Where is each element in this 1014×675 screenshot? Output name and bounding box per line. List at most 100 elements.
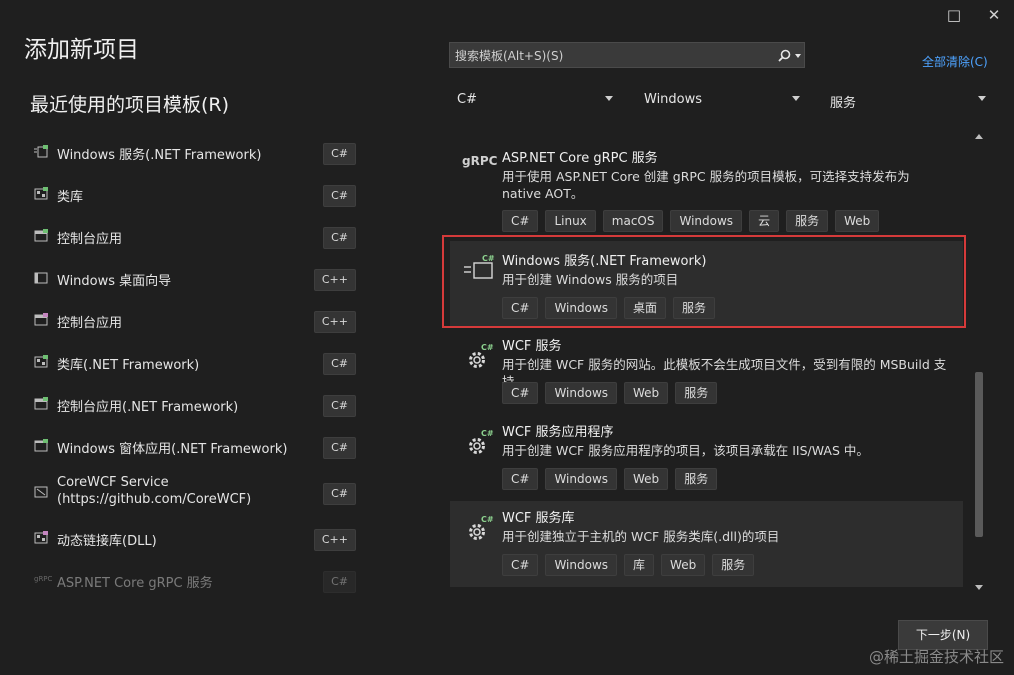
tag: Web — [624, 382, 669, 404]
dll-icon — [34, 531, 48, 544]
platform-filter-dropdown[interactable]: Windows — [636, 88, 806, 112]
tag: Windows — [545, 382, 618, 404]
csharp-badge: C# — [481, 515, 494, 524]
class-library-icon — [34, 355, 48, 368]
tag: Windows — [670, 210, 743, 232]
search-input[interactable] — [450, 43, 777, 69]
tag: 库 — [624, 554, 655, 576]
template-name: WCF 服务库 — [502, 511, 575, 526]
platform-filter-value: Windows — [644, 92, 703, 107]
wcf-gear-icon: C# — [469, 515, 494, 540]
recent-item[interactable]: 控制台应用(.NET Framework) C# — [28, 387, 368, 423]
tag: 服务 — [675, 468, 718, 490]
class-library-icon — [34, 187, 48, 200]
search-options-chevron-icon[interactable] — [795, 54, 801, 58]
template-description: 用于使用 ASP.NET Core 创建 gRPC 服务的项目模板，可选择支持发… — [502, 169, 910, 201]
tag: 服务 — [786, 210, 829, 232]
recent-item-label: 类库 — [57, 190, 84, 205]
chevron-down-icon — [792, 96, 800, 101]
recent-item-label: ASP.NET Core gRPC 服务 — [57, 576, 213, 591]
console-app-icon — [34, 397, 48, 410]
tag: 云 — [749, 210, 780, 232]
tag: Web — [624, 468, 669, 490]
recent-item-label: 控制台应用 — [57, 232, 123, 247]
recent-item[interactable]: CoreWCF Service (https://github.com/Core… — [28, 475, 368, 511]
template-item[interactable]: C# WCF 服务应用程序 用于创建 WCF 服务应用程序的项目，该项目承载在 … — [450, 415, 963, 501]
tag: C# — [502, 468, 539, 490]
tag: Linux — [545, 210, 596, 232]
recent-item[interactable]: 类库 C# — [28, 177, 368, 213]
wcf-gear-icon: C# — [469, 343, 494, 368]
clear-all-link[interactable]: 全部清除(C) — [922, 53, 988, 70]
tag: 服务 — [675, 382, 718, 404]
search-box[interactable] — [449, 42, 805, 69]
recent-item[interactable]: Windows 桌面向导 C++ — [28, 261, 368, 297]
language-badge: C# — [323, 571, 356, 593]
tag: C# — [502, 382, 539, 404]
template-item[interactable]: C# WCF 服务 用于创建 WCF 服务的网站。此模板不会生成项目文件，受到有… — [450, 329, 963, 415]
windows-service-icon — [34, 145, 48, 158]
chevron-down-icon — [978, 96, 986, 101]
template-tags: C# Windows 库 Web 服务 — [502, 554, 755, 576]
recent-item-label: CoreWCF Service (https://github.com/Core… — [57, 475, 252, 507]
recent-item[interactable]: Windows 服务(.NET Framework) C# — [28, 135, 368, 171]
desktop-wizard-icon — [34, 272, 48, 284]
maximize-icon[interactable]: □ — [939, 4, 969, 26]
recent-item-label: 控制台应用 — [57, 316, 123, 331]
tag: C# — [502, 210, 539, 232]
template-name: WCF 服务应用程序 — [502, 425, 614, 440]
language-badge: C# — [323, 395, 356, 417]
template-tags: C# Windows Web 服务 — [502, 468, 718, 490]
template-description: 用于创建 WCF 服务应用程序的项目，该项目承载在 IIS/WAS 中。 — [502, 443, 869, 458]
language-badge: C++ — [313, 311, 356, 333]
recent-item-label: 控制台应用(.NET Framework) — [57, 400, 239, 415]
project-type-filter-dropdown[interactable]: 服务 — [822, 88, 992, 112]
language-badge: C# — [323, 437, 356, 459]
tag: Web — [835, 210, 880, 232]
template-description: 用于创建独立于主机的 WCF 服务类库(.dll)的项目 — [502, 529, 780, 544]
language-badge: C# — [323, 483, 356, 505]
search-icon[interactable] — [778, 49, 791, 62]
selection-highlight-box — [442, 235, 966, 328]
tag: Windows — [545, 554, 618, 576]
page-title: 添加新项目 — [24, 37, 139, 63]
language-badge: C++ — [313, 529, 356, 551]
grpc-icon: gRPC — [462, 154, 498, 168]
wcf-gear-icon: C# — [469, 429, 494, 454]
scroll-down-icon[interactable] — [975, 585, 983, 590]
language-badge: C# — [323, 227, 356, 249]
language-badge: C# — [323, 185, 356, 207]
recent-item[interactable]: 动态链接库(DLL) C++ — [28, 521, 368, 557]
grpc-icon: gRPC — [34, 575, 53, 583]
recent-item-label: Windows 窗体应用(.NET Framework) — [57, 442, 288, 457]
csharp-badge: C# — [481, 343, 494, 352]
language-filter-value: C# — [457, 92, 477, 107]
recent-item[interactable]: gRPC ASP.NET Core gRPC 服务 C# — [28, 563, 368, 599]
recent-item[interactable]: 控制台应用 C++ — [28, 303, 368, 339]
template-name: WCF 服务 — [502, 339, 562, 354]
project-type-filter-value: 服务 — [830, 96, 857, 111]
recent-item[interactable]: 控制台应用 C# — [28, 219, 368, 255]
tag: macOS — [602, 210, 664, 232]
template-list-scrollbar[interactable] — [972, 130, 986, 594]
language-filter-dropdown[interactable]: C# — [449, 88, 619, 112]
language-badge: C++ — [313, 269, 356, 291]
recent-item-label: 类库(.NET Framework) — [57, 358, 200, 373]
watermark: @稀土掘金技术社区 — [868, 648, 1004, 666]
console-app-icon — [34, 229, 48, 242]
recent-item-label: 动态链接库(DLL) — [57, 534, 157, 549]
chevron-down-icon — [605, 96, 613, 101]
recent-item[interactable]: 类库(.NET Framework) C# — [28, 345, 368, 381]
corewcf-icon — [34, 486, 48, 498]
recent-item-label: Windows 桌面向导 — [57, 274, 172, 289]
console-app-icon — [34, 313, 48, 326]
scrollbar-thumb[interactable] — [975, 372, 983, 537]
scroll-up-icon[interactable] — [975, 134, 983, 139]
template-name: ASP.NET Core gRPC 服务 — [502, 151, 658, 166]
recent-item[interactable]: Windows 窗体应用(.NET Framework) C# — [28, 429, 368, 465]
close-icon[interactable]: ✕ — [979, 4, 1009, 26]
template-item[interactable]: C# WCF 服务库 用于创建独立于主机的 WCF 服务类库(.dll)的项目 … — [450, 501, 963, 587]
csharp-badge: C# — [481, 429, 494, 438]
template-item[interactable]: gRPC ASP.NET Core gRPC 服务 用于使用 ASP.NET C… — [450, 141, 963, 233]
tag: C# — [502, 554, 539, 576]
